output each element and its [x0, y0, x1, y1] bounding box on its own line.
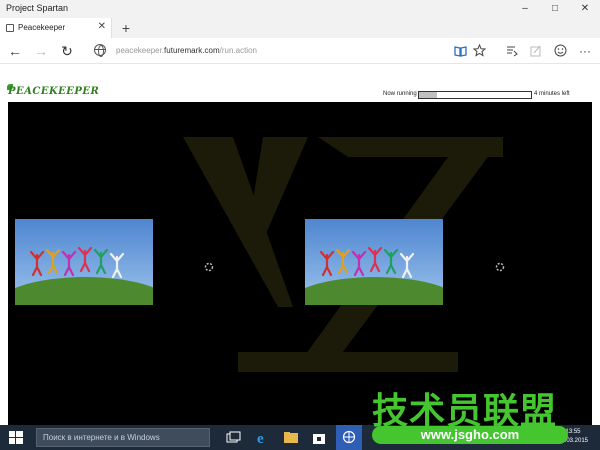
store-icon[interactable]	[310, 429, 328, 446]
refresh-icon[interactable]: ↻	[58, 42, 76, 60]
close-window-button[interactable]: ✕	[570, 0, 600, 18]
page-icon	[6, 24, 14, 32]
loading-spinner-icon	[495, 262, 505, 272]
test-image-left	[15, 219, 153, 305]
reading-view-icon[interactable]	[454, 45, 467, 57]
loading-spinner-icon	[204, 262, 214, 272]
tab-close-icon[interactable]: ✕	[98, 21, 106, 32]
benchmark-stage	[8, 102, 592, 425]
progress-fill	[419, 92, 437, 98]
back-icon[interactable]: ←	[6, 42, 24, 60]
spartan-browser-icon	[342, 430, 356, 444]
time-remaining: 4 minutes left	[534, 91, 570, 97]
file-explorer-icon[interactable]	[282, 429, 300, 446]
app-title: Project Spartan	[6, 3, 69, 13]
maximize-button[interactable]: □	[540, 0, 570, 18]
url-text[interactable]: peacekeeper.futuremark.com/run.action	[116, 46, 257, 55]
site-watermark-url: www.jsgho.com	[372, 426, 568, 444]
jumping-people-graphic	[29, 246, 125, 279]
svg-text:e: e	[257, 431, 264, 446]
more-menu-icon[interactable]: ···	[576, 42, 594, 60]
now-running-label: Now running	[383, 91, 417, 97]
spartan-browser-taskbar-button[interactable]	[336, 425, 362, 450]
web-note-icon[interactable]	[530, 45, 542, 57]
favorite-star-icon[interactable]	[473, 44, 486, 57]
minimize-button[interactable]: –	[510, 0, 540, 18]
tab-peacekeeper[interactable]: Peacekeeper ✕	[0, 18, 112, 38]
tab-strip: Peacekeeper ✕ +	[0, 18, 600, 38]
smiley-feedback-icon[interactable]	[554, 44, 567, 57]
peacekeeper-logo[interactable]: PEACEKEEPER	[8, 86, 99, 97]
navigation-bar: ← → ↻ peacekeeper.futuremark.com/run.act…	[0, 38, 600, 64]
title-bar: Project Spartan – □ ✕	[0, 0, 600, 18]
jumping-people-graphic	[319, 246, 415, 279]
test-image-right	[305, 219, 443, 305]
globe-icon	[94, 44, 106, 57]
search-placeholder: Поиск в интернете и в Windows	[43, 433, 160, 442]
address-bar[interactable]: peacekeeper.futuremark.com/run.action	[92, 41, 442, 61]
start-windows-icon[interactable]	[0, 425, 32, 450]
benchmark-progress-bar	[418, 91, 532, 99]
forward-icon[interactable]: →	[32, 42, 50, 60]
new-tab-button[interactable]: +	[118, 18, 134, 38]
internet-explorer-icon[interactable]: e	[254, 429, 272, 446]
task-view-icon[interactable]	[224, 429, 242, 446]
taskbar-search-box[interactable]: Поиск в интернете и в Windows	[36, 428, 210, 447]
tab-label: Peacekeeper	[18, 23, 66, 32]
hub-icon[interactable]	[506, 45, 518, 57]
